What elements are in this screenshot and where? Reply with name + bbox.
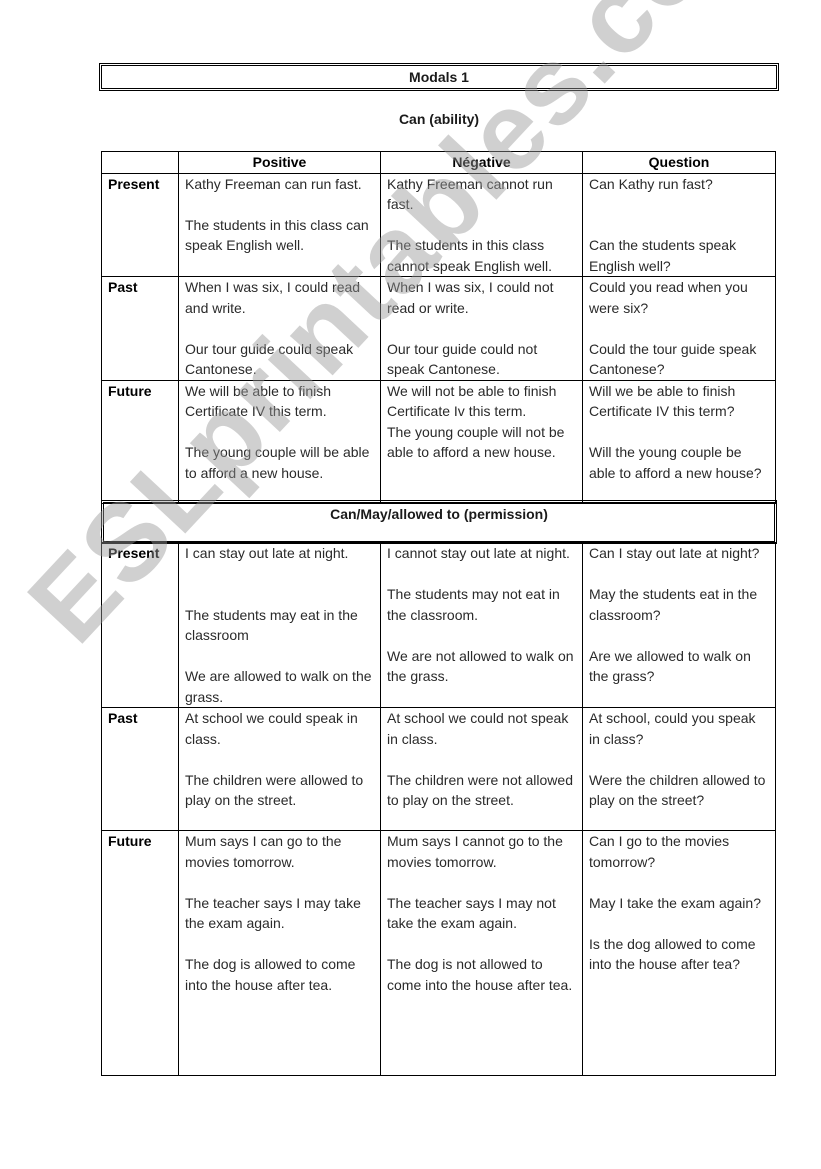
table-row: Future We will be able to finish Certifi…	[101, 379, 776, 504]
sentence: At school we could not speak in class.	[387, 710, 569, 747]
section-heading-ability: Can (ability)	[398, 111, 480, 127]
permission-table: Present I can stay out late at night. Th…	[101, 542, 776, 1076]
sentence: Will the young couple be able to afford …	[589, 444, 762, 481]
row-label: Present	[101, 542, 179, 708]
header-positive: Positive	[178, 151, 381, 174]
question-cell: At school, could you speak in class? Wer…	[582, 707, 776, 831]
table-row: Present Kathy Freeman can run fast. The …	[101, 172, 776, 277]
sentence: When I was six, I could not read or writ…	[387, 279, 554, 316]
sentence: Kathy Freeman cannot run fast.	[387, 175, 553, 213]
header-question: Question	[582, 151, 776, 174]
sentence: We are allowed to walk on the grass.	[185, 668, 372, 705]
positive-cell: We will be able to finish Certificate IV…	[178, 379, 381, 504]
sentence: The teacher says I may take the exam aga…	[185, 894, 361, 932]
section-heading-permission: Can/May/allowed to (permission)	[101, 500, 777, 544]
sentence: Can I go to the movies tomorrow?	[589, 833, 730, 870]
sentence: Our tour guide could speak Cantonese.	[185, 340, 354, 378]
sentence: We will be able to finish Certificate IV…	[185, 382, 332, 420]
header-empty	[101, 151, 179, 174]
sentence: Our tour guide could not speak Cantonese…	[387, 340, 538, 378]
header-negative: Négative	[380, 151, 583, 174]
sentence: I cannot stay out late at night.	[387, 545, 570, 561]
sentence: Could you read when you were six?	[589, 279, 748, 316]
row-label: Past	[101, 707, 179, 831]
sentence: Can Kathy run fast?	[589, 175, 713, 192]
positive-cell: Kathy Freeman can run fast. The students…	[178, 172, 381, 277]
sentence: Were the children allowed to play on the…	[589, 771, 766, 809]
sentence: Is the dog allowed to come into the hous…	[589, 935, 756, 973]
sentence: Kathy Freeman can run fast.	[185, 175, 362, 192]
sentence: The young couple will not be able to aff…	[387, 423, 565, 461]
sentence: The students may eat in the classroom	[185, 606, 358, 644]
positive-cell: When I was six, I could read and write. …	[178, 276, 381, 381]
ability-table: Positive Négative Question Present Kathy…	[101, 151, 776, 504]
negative-cell: Kathy Freeman cannot run fast. The stude…	[380, 172, 583, 277]
question-cell: Could you read when you were six? Could …	[582, 276, 776, 381]
sentence: We will not be able to finish Certificat…	[387, 382, 557, 420]
sentence: Will we be able to finish Certificate IV…	[589, 382, 736, 420]
sentence: The students in this class can speak Eng…	[185, 216, 369, 254]
row-label: Present	[101, 172, 179, 277]
question-cell: Can I stay out late at night? May the st…	[582, 542, 776, 708]
sentence: Mum says I can go to the movies tomorrow…	[185, 833, 342, 870]
sentence: We are not allowed to walk on the grass.	[387, 647, 574, 685]
sentence: May the students eat in the classroom?	[589, 586, 758, 623]
sentence: At school we could speak in class.	[185, 710, 358, 747]
table-row: Past At school we could speak in class. …	[101, 707, 776, 831]
sentence: When I was six, I could read and write.	[185, 279, 361, 316]
question-cell: Can Kathy run fast? Can the students spe…	[582, 172, 776, 277]
table-row: Future Mum says I can go to the movies t…	[101, 830, 776, 1076]
sentence: I can stay out late at night.	[185, 545, 349, 561]
sentence: Are we allowed to walk on the grass?	[589, 647, 751, 685]
sentence: The teacher says I may not take the exam…	[387, 894, 556, 932]
sentence: Can I stay out late at night?	[589, 545, 760, 561]
sentence: The dog is allowed to come into the hous…	[185, 956, 356, 993]
sentence: The students may not eat in the classroo…	[387, 586, 560, 623]
table-row: Present I can stay out late at night. Th…	[101, 542, 776, 708]
question-cell: Will we be able to finish Certificate IV…	[582, 379, 776, 504]
negative-cell: We will not be able to finish Certificat…	[380, 379, 583, 504]
negative-cell: At school we could not speak in class. T…	[380, 707, 583, 831]
positive-cell: Mum says I can go to the movies tomorrow…	[178, 830, 381, 1076]
sentence: The students in this class cannot speak …	[387, 237, 552, 274]
sentence: Can the students speak English well?	[589, 237, 737, 274]
table-row: Past When I was six, I could read and wr…	[101, 276, 776, 381]
sentence: The children were allowed to play on the…	[185, 771, 364, 809]
sentence: May I take the exam again?	[589, 894, 761, 911]
negative-cell: Mum says I cannot go to the movies tomor…	[380, 830, 583, 1076]
row-label: Future	[101, 379, 179, 504]
sentence: The young couple will be able to afford …	[185, 444, 370, 481]
row-label: Past	[101, 276, 179, 381]
row-label: Future	[101, 830, 179, 1076]
document-title: Modals 1	[99, 63, 779, 91]
sentence: Mum says I cannot go to the movies tomor…	[387, 833, 563, 870]
sentence: The children were not allowed to play on…	[387, 771, 573, 809]
table-header-row: Positive Négative Question	[101, 151, 776, 174]
positive-cell: At school we could speak in class. The c…	[178, 707, 381, 831]
negative-cell: I cannot stay out late at night. The stu…	[380, 542, 583, 708]
sentence: The dog is not allowed to come into the …	[387, 956, 573, 993]
sentence: At school, could you speak in class?	[589, 710, 756, 747]
question-cell: Can I go to the movies tomorrow? May I t…	[582, 830, 776, 1076]
negative-cell: When I was six, I could not read or writ…	[380, 276, 583, 381]
sentence: Could the tour guide speak Cantonese?	[589, 340, 757, 378]
positive-cell: I can stay out late at night. The studen…	[178, 542, 381, 708]
